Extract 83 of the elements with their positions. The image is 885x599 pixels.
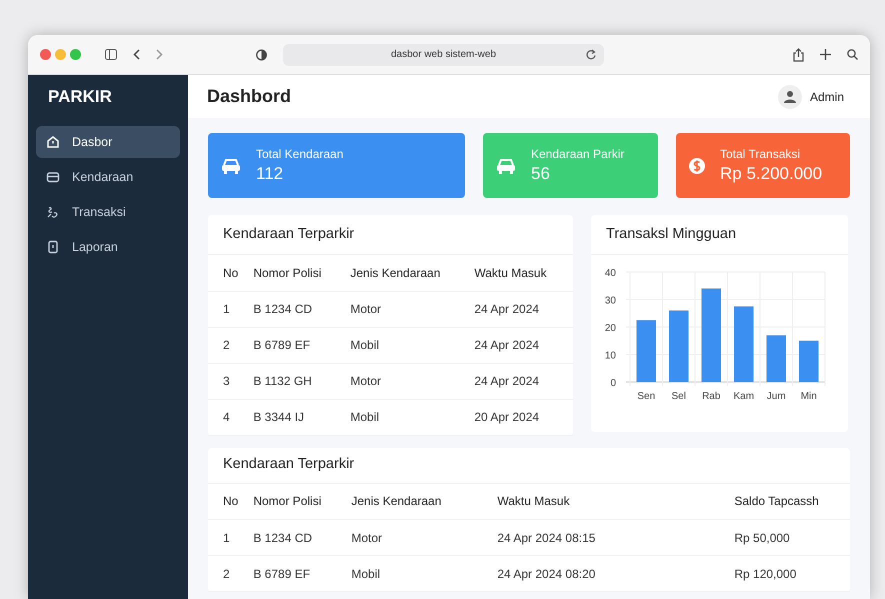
table-cell: 24 Apr 2024 xyxy=(459,327,573,363)
table-cell: B 3344 IJ xyxy=(238,399,336,435)
category-label: Sel xyxy=(672,391,686,402)
column-header: Waktu Masuk xyxy=(482,484,720,520)
category-label: Sen xyxy=(637,391,656,402)
column-header: Nomor Polisi xyxy=(238,484,336,520)
table-cell: 20 Apr 2024 xyxy=(459,399,573,435)
table-cell: 2 xyxy=(208,327,238,363)
tick-label: 10 xyxy=(604,350,616,362)
close-dot[interactable] xyxy=(40,49,51,60)
table-cell: 2 xyxy=(208,556,238,592)
column-header: No xyxy=(208,484,238,520)
table-cell: B 1234 CD xyxy=(238,520,336,556)
address-text: dasbor web sistem-web xyxy=(390,48,496,62)
stat-label: Total Kendaraan xyxy=(256,146,344,164)
card-title: Kendaraan Terparkir xyxy=(208,215,573,255)
share-icon[interactable] xyxy=(793,48,804,62)
table-cell: 1 xyxy=(208,291,238,327)
user-name[interactable]: Admin xyxy=(810,88,844,106)
table-cell: B 6789 EF xyxy=(238,556,336,592)
tick-label: 40 xyxy=(604,268,616,279)
sidebar-item[interactable]: Laporan xyxy=(36,231,180,263)
stat-label: Kendaraan Parkir xyxy=(531,146,624,164)
maximize-dot[interactable] xyxy=(70,49,81,60)
home-icon xyxy=(46,135,60,149)
tick-label: 20 xyxy=(604,323,616,334)
bar xyxy=(799,340,818,382)
brand-title: PARKIR xyxy=(47,86,113,108)
sidebar-toggle-icon[interactable] xyxy=(105,49,117,60)
sidebar-item[interactable]: Transaksi xyxy=(36,196,180,228)
table-cell: Mobil xyxy=(335,399,460,435)
column-header: Jenis Kendaraan xyxy=(336,484,482,520)
search-icon[interactable] xyxy=(847,49,858,60)
stat-value: 112 xyxy=(256,163,284,186)
stat-label: Total Transaksi xyxy=(720,146,802,164)
bar xyxy=(636,320,656,382)
table-cell: 24 Apr 2024 08:15 xyxy=(482,520,720,556)
card-icon xyxy=(46,170,60,184)
table-cell: 24 Apr 2024 08:20 xyxy=(482,556,720,592)
dollar-icon xyxy=(688,156,706,174)
forward-icon[interactable] xyxy=(156,49,163,60)
page-title: Dashbord xyxy=(207,86,292,108)
report-icon xyxy=(46,240,60,254)
minimize-dot[interactable] xyxy=(55,49,66,60)
table-cell: B 1132 GH xyxy=(238,363,336,399)
category-label: Min xyxy=(800,391,817,402)
stat-value: Rp 5.200.000 xyxy=(720,163,822,186)
address-bar[interactable]: dasbor web sistem-web xyxy=(283,44,604,66)
category-label: Kam xyxy=(733,391,754,402)
column-header: Saldo Tapcassh xyxy=(719,484,850,520)
bar xyxy=(669,310,688,382)
sidebar-item[interactable]: Kendaraan xyxy=(36,161,180,193)
table-cell: B 1234 CD xyxy=(238,291,336,327)
category-label: Jum xyxy=(766,391,786,402)
new-tab-icon[interactable] xyxy=(820,49,831,60)
table-cell: 24 Apr 2024 xyxy=(459,363,573,399)
table-cell: Motor xyxy=(335,363,460,399)
stat-value: 56 xyxy=(531,163,551,186)
table-cell: Rp 50,000 xyxy=(719,520,850,556)
table-cell: 24 Apr 2024 xyxy=(459,291,573,327)
table-cell: 3 xyxy=(208,363,238,399)
table-cell: 1 xyxy=(208,520,238,556)
back-icon[interactable] xyxy=(133,49,140,60)
column-header: Waktu Masuk xyxy=(459,255,573,291)
column-header: No xyxy=(208,255,238,291)
table-cell: Motor xyxy=(335,291,460,327)
sidebar-item[interactable]: Dasbor xyxy=(36,126,180,158)
tick-label: 0 xyxy=(610,378,616,389)
table-cell: Rp 120,000 xyxy=(719,556,850,592)
column-header: Nomor Polisi xyxy=(238,255,336,291)
category-label: Rab xyxy=(702,391,720,402)
table-cell: 4 xyxy=(208,399,238,435)
column-header: Jenis Kendaraan xyxy=(335,255,460,291)
table-cell: Mobil xyxy=(336,556,482,592)
table-cell: Motor xyxy=(336,520,482,556)
reload-icon[interactable] xyxy=(586,48,596,60)
table-cell: B 6789 EF xyxy=(238,327,336,363)
user-avatar-icon[interactable] xyxy=(778,84,802,108)
card-title: Kendaraan Terparkir xyxy=(208,448,850,484)
card-title: Transaksl Mingguan xyxy=(591,215,848,255)
table-cell: Mobil xyxy=(335,327,460,363)
bar xyxy=(766,335,786,382)
tick-label: 30 xyxy=(604,296,616,306)
